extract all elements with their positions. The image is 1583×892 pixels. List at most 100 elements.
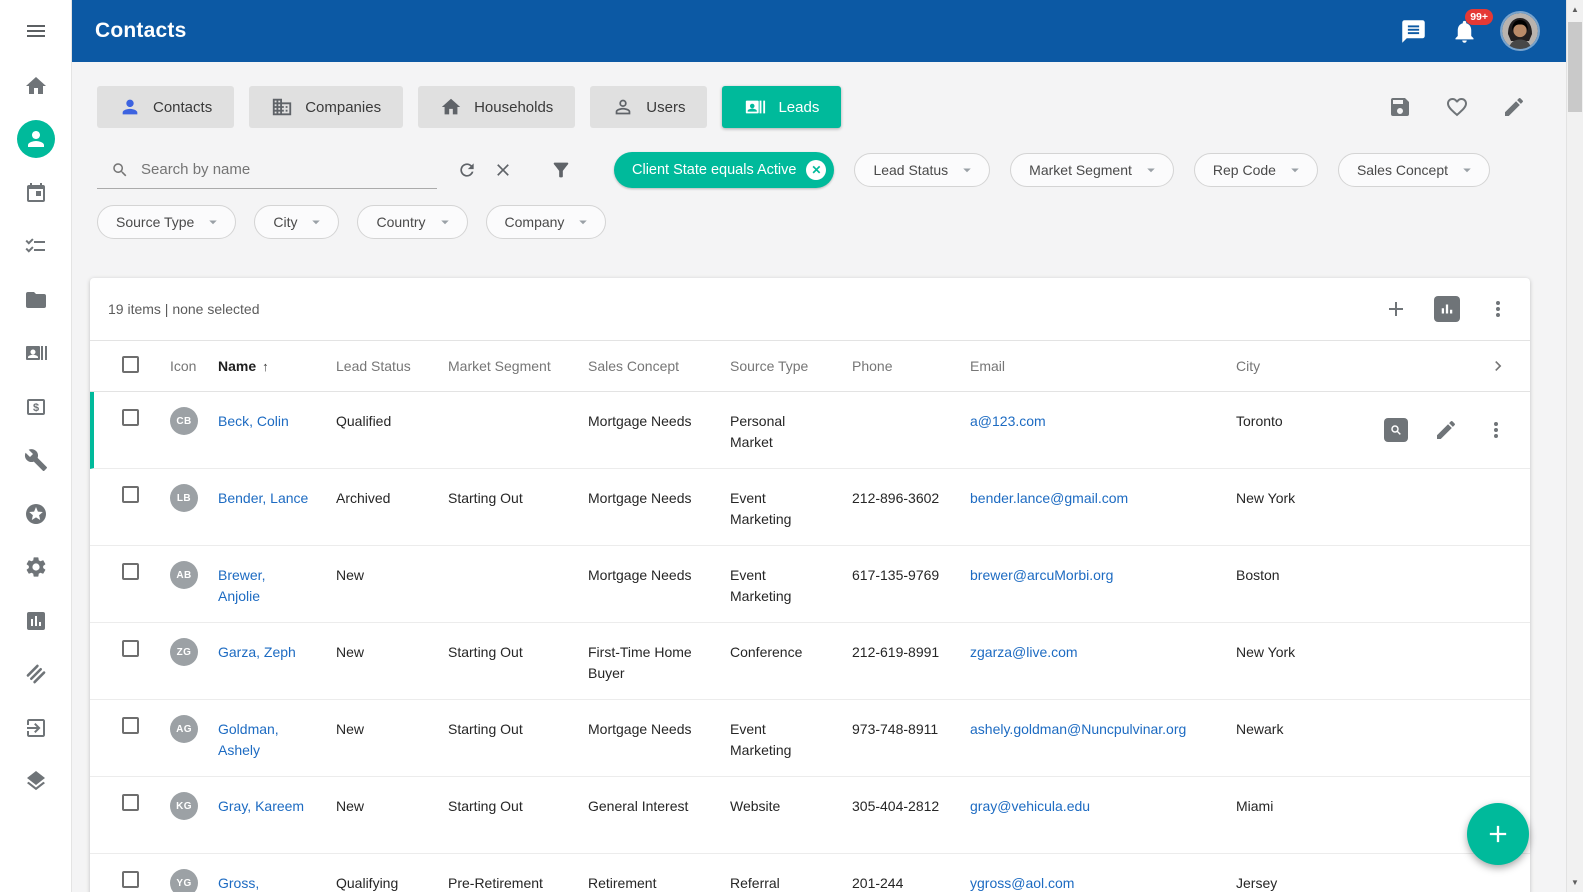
results-card: 19 items | none selected Icon Name↑ Lead… bbox=[90, 278, 1530, 892]
sidebar-item-leads[interactable] bbox=[12, 327, 60, 381]
sidebar-item-sign-out[interactable] bbox=[12, 701, 60, 755]
sidebar-item-home[interactable] bbox=[12, 59, 60, 113]
row-checkbox[interactable] bbox=[122, 563, 139, 580]
sidebar-item-settings[interactable] bbox=[12, 541, 60, 595]
caret-down-icon bbox=[958, 161, 976, 179]
email-link[interactable]: brewer@arcuMorbi.org bbox=[970, 567, 1113, 583]
contact-name-link[interactable]: Brewer, Anjolie bbox=[218, 567, 265, 604]
filter-chip-market-segment[interactable]: Market Segment bbox=[1010, 153, 1174, 187]
column-header-source-type[interactable]: Source Type bbox=[730, 358, 852, 374]
email-link[interactable]: ygross@aol.com bbox=[970, 875, 1074, 891]
sidebar-item-billing[interactable]: $ bbox=[12, 380, 60, 434]
scroll-down-arrow-icon[interactable]: ▼ bbox=[1567, 874, 1583, 891]
add-icon[interactable] bbox=[1384, 297, 1408, 321]
expand-columns-button[interactable] bbox=[1488, 356, 1530, 376]
column-header-icon[interactable]: Icon bbox=[162, 358, 218, 374]
applied-filter-chip[interactable]: Client State equals Active ✕ bbox=[614, 152, 834, 188]
contact-name-link[interactable]: Garza, Zeph bbox=[218, 644, 296, 660]
filter-chip-company[interactable]: Company bbox=[486, 205, 607, 239]
contact-name-link[interactable]: Bender, Lance bbox=[218, 490, 308, 506]
remove-filter-icon[interactable]: ✕ bbox=[806, 160, 826, 180]
edit-icon[interactable] bbox=[1434, 418, 1458, 442]
contact-name-link[interactable]: Gray, Kareem bbox=[218, 798, 304, 814]
filter-funnel-icon[interactable] bbox=[550, 159, 572, 181]
column-header-market-segment[interactable]: Market Segment bbox=[448, 358, 588, 374]
chat-icon[interactable] bbox=[1400, 18, 1427, 45]
table-row[interactable]: KG Gray, Kareem New Starting Out General… bbox=[90, 777, 1530, 854]
email-link[interactable]: a@123.com bbox=[970, 413, 1046, 429]
row-checkbox[interactable] bbox=[122, 409, 139, 426]
notifications-bell-icon[interactable]: 99+ bbox=[1451, 18, 1478, 45]
row-actions bbox=[1358, 546, 1530, 622]
add-contact-fab[interactable] bbox=[1467, 803, 1529, 865]
table-row[interactable]: AG Goldman, Ashely New Starting Out Mort… bbox=[90, 700, 1530, 777]
chart-view-icon[interactable] bbox=[1434, 296, 1460, 322]
table-body: CB Beck, Colin Qualified Mortgage Needs … bbox=[90, 392, 1530, 892]
menu-icon[interactable] bbox=[24, 19, 48, 43]
column-header-email[interactable]: Email bbox=[970, 358, 1236, 374]
sidebar-item-tools[interactable] bbox=[12, 434, 60, 488]
source-type-cell: Event Marketing bbox=[730, 469, 852, 545]
sales-concept-cell: General Interest bbox=[588, 777, 730, 853]
column-header-phone[interactable]: Phone bbox=[852, 358, 970, 374]
sidebar-item-documents[interactable] bbox=[12, 273, 60, 327]
row-more-icon[interactable] bbox=[1484, 418, 1508, 442]
avatar: YG bbox=[170, 869, 198, 892]
row-checkbox[interactable] bbox=[122, 794, 139, 811]
scroll-up-arrow-icon[interactable]: ▲ bbox=[1567, 1, 1583, 18]
vertical-scrollbar[interactable]: ▲ ▼ bbox=[1566, 0, 1583, 892]
filter-chip-source-type[interactable]: Source Type bbox=[97, 205, 236, 239]
sidebar-item-partners[interactable] bbox=[12, 648, 60, 702]
select-all-checkbox[interactable] bbox=[122, 356, 139, 373]
email-link[interactable]: gray@vehicula.edu bbox=[970, 798, 1090, 814]
scrollbar-thumb[interactable] bbox=[1568, 22, 1582, 112]
row-checkbox[interactable] bbox=[122, 871, 139, 888]
table-row[interactable]: LB Bender, Lance Archived Starting Out M… bbox=[90, 469, 1530, 546]
email-link[interactable]: zgarza@live.com bbox=[970, 644, 1078, 660]
tab-companies[interactable]: Companies bbox=[249, 86, 403, 128]
more-options-icon[interactable] bbox=[1486, 297, 1510, 321]
email-link[interactable]: ashely.goldman@Nuncpulvinar.org bbox=[970, 721, 1186, 737]
table-row[interactable]: AB Brewer, Anjolie New Mortgage Needs Ev… bbox=[90, 546, 1530, 623]
filter-chip-city[interactable]: City bbox=[254, 205, 339, 239]
topbar-icons: 99+ bbox=[1400, 13, 1538, 49]
table-row[interactable]: YG Gross, Qualifying Pre-Retirement Reti… bbox=[90, 854, 1530, 892]
filter-chip-lead-status[interactable]: Lead Status bbox=[854, 153, 990, 187]
filter-chip-country[interactable]: Country bbox=[357, 205, 467, 239]
tab-users[interactable]: Users bbox=[590, 86, 707, 128]
contact-name-link[interactable]: Gross, bbox=[218, 875, 259, 891]
preview-icon[interactable] bbox=[1384, 418, 1408, 442]
table-row[interactable]: CB Beck, Colin Qualified Mortgage Needs … bbox=[90, 392, 1530, 469]
sidebar-item-reports[interactable] bbox=[12, 594, 60, 648]
save-icon[interactable] bbox=[1388, 95, 1412, 124]
column-header-city[interactable]: City bbox=[1236, 358, 1358, 374]
sidebar-item-layers[interactable] bbox=[12, 755, 60, 809]
filter-chip-sales-concept[interactable]: Sales Concept bbox=[1338, 153, 1490, 187]
column-header-lead-status[interactable]: Lead Status bbox=[336, 358, 448, 374]
lead-status-cell: New bbox=[336, 700, 448, 776]
edit-icon[interactable] bbox=[1502, 95, 1526, 124]
filter-chip-rep-code[interactable]: Rep Code bbox=[1194, 153, 1318, 187]
tab-contacts[interactable]: Contacts bbox=[97, 86, 234, 128]
refresh-icon[interactable] bbox=[457, 160, 477, 180]
contact-name-link[interactable]: Goldman, Ashely bbox=[218, 721, 279, 758]
sidebar-item-tasks[interactable] bbox=[12, 220, 60, 274]
column-header-name[interactable]: Name↑ bbox=[218, 358, 336, 374]
user-avatar[interactable] bbox=[1502, 13, 1538, 49]
sidebar-item-calendar[interactable] bbox=[12, 166, 60, 220]
sidebar-item-contacts[interactable] bbox=[12, 113, 60, 167]
table-row[interactable]: ZG Garza, Zeph New Starting Out First-Ti… bbox=[90, 623, 1530, 700]
row-checkbox[interactable] bbox=[122, 486, 139, 503]
search-input[interactable] bbox=[139, 160, 429, 179]
column-header-sales-concept[interactable]: Sales Concept bbox=[588, 358, 730, 374]
clear-search-icon[interactable] bbox=[493, 160, 513, 180]
tab-households[interactable]: Households bbox=[418, 86, 575, 128]
sidebar-item-favorites[interactable] bbox=[12, 487, 60, 541]
row-checkbox[interactable] bbox=[122, 717, 139, 734]
favorite-icon[interactable] bbox=[1445, 95, 1469, 124]
market-segment-cell: Starting Out bbox=[448, 623, 588, 699]
email-link[interactable]: bender.lance@gmail.com bbox=[970, 490, 1128, 506]
row-checkbox[interactable] bbox=[122, 640, 139, 657]
tab-leads[interactable]: Leads bbox=[722, 86, 841, 128]
contact-name-link[interactable]: Beck, Colin bbox=[218, 413, 289, 429]
